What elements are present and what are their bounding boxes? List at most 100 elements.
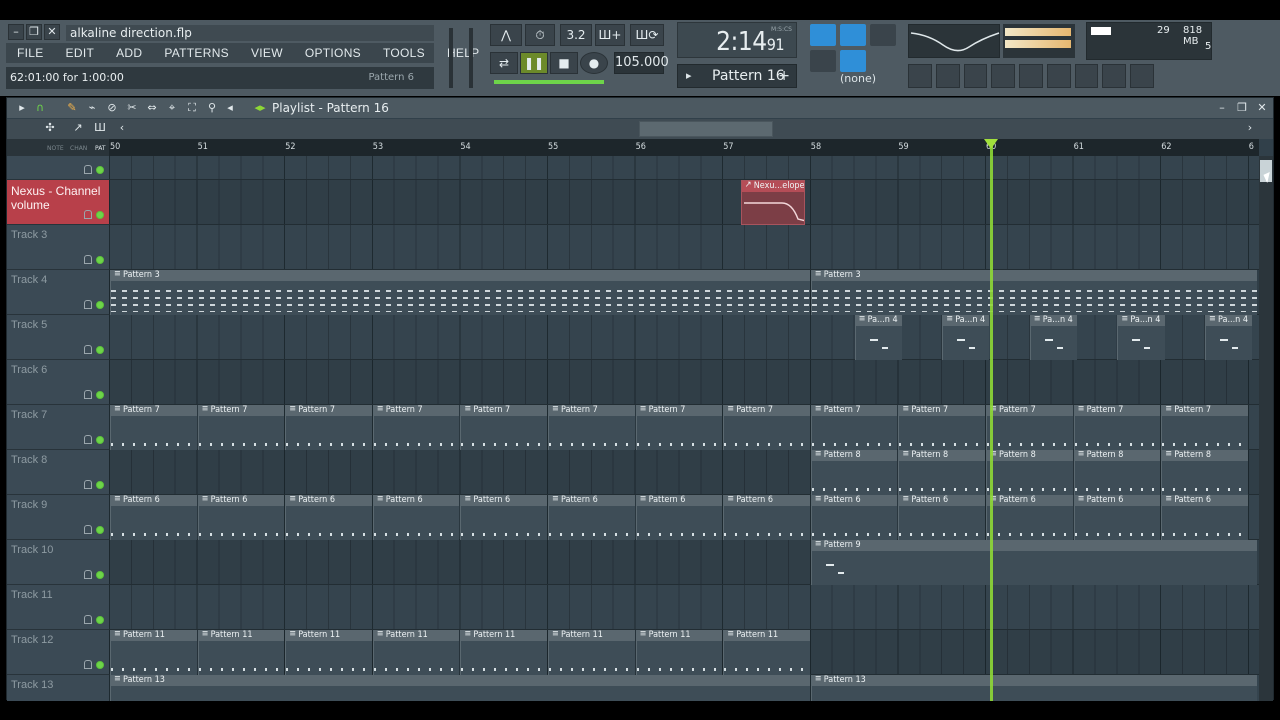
lock-icon[interactable] bbox=[84, 615, 92, 624]
track-header[interactable]: Track 12 bbox=[7, 630, 109, 675]
lock-icon[interactable] bbox=[84, 210, 92, 219]
playlist-menu-arrow-icon[interactable]: ▸ bbox=[15, 101, 29, 115]
track-lane[interactable] bbox=[109, 585, 1259, 630]
pattern-clip[interactable]: Pattern 13 bbox=[810, 675, 1257, 701]
zoom-icon[interactable]: ⚲ bbox=[205, 101, 219, 115]
track-mute-icon[interactable] bbox=[96, 571, 104, 579]
vertical-scrollbar[interactable] bbox=[1259, 156, 1273, 701]
pattern-clip[interactable]: Pattern 6 bbox=[110, 495, 197, 540]
lock-icon[interactable] bbox=[84, 390, 92, 399]
track-mute-icon[interactable] bbox=[96, 211, 104, 219]
pattern-clip[interactable]: Pattern 7 bbox=[460, 405, 547, 450]
pattern-clip[interactable]: Pattern 6 bbox=[723, 495, 810, 540]
track-lane[interactable] bbox=[109, 156, 1259, 180]
lock-icon[interactable] bbox=[84, 570, 92, 579]
lock-icon[interactable] bbox=[84, 165, 92, 174]
close-icon[interactable]: ✕ bbox=[44, 24, 60, 40]
song-position-slider[interactable] bbox=[494, 80, 604, 84]
stop-button[interactable]: ■ bbox=[550, 52, 578, 74]
snap-settings-icon[interactable]: ✣ bbox=[43, 121, 57, 135]
pattern-clip[interactable]: Pattern 7 bbox=[110, 405, 197, 450]
track-header[interactable]: Track 13 bbox=[7, 675, 109, 701]
menu-help[interactable]: HELP bbox=[436, 43, 491, 63]
pattern-clip[interactable]: Pattern 9 bbox=[810, 540, 1257, 585]
pattern-clip[interactable]: Pattern 13 bbox=[110, 675, 810, 701]
slice-icon[interactable]: ✂ bbox=[125, 101, 139, 115]
pattern-clip[interactable]: Pattern 11 bbox=[197, 630, 285, 675]
link-icon[interactable] bbox=[840, 50, 866, 72]
pattern-clip[interactable]: Pattern 6 bbox=[898, 495, 985, 540]
track-header[interactable]: Track 5 bbox=[7, 315, 109, 360]
pencil-icon[interactable]: ✎ bbox=[65, 101, 79, 115]
pattern-clip[interactable]: Pattern 8 bbox=[898, 450, 985, 495]
magnet-icon[interactable]: ∩ bbox=[33, 101, 47, 115]
lock-icon[interactable] bbox=[84, 255, 92, 264]
pattern-clip[interactable]: Pattern 11 bbox=[635, 630, 723, 675]
lock-icon[interactable] bbox=[84, 480, 92, 489]
pattern-clip[interactable]: Pattern 6 bbox=[285, 495, 372, 540]
pattern-clip[interactable]: Pattern 7 bbox=[723, 405, 810, 450]
track-mute-icon[interactable] bbox=[96, 256, 104, 264]
pattern-clip[interactable]: Pattern 11 bbox=[723, 630, 810, 675]
track-header[interactable] bbox=[7, 156, 109, 180]
track-header[interactable]: Track 4 bbox=[7, 270, 109, 315]
step-edit-icon[interactable]: Ш+ bbox=[595, 24, 625, 46]
select-icon[interactable]: ⌖ bbox=[165, 101, 179, 115]
pattern-clip[interactable]: Pattern 11 bbox=[548, 630, 635, 675]
pattern-clip[interactable]: Pattern 8 bbox=[986, 450, 1073, 495]
plugin-database-icon[interactable] bbox=[1074, 64, 1099, 88]
pattern-clip[interactable]: Pattern 7 bbox=[810, 405, 898, 450]
pattern-clip[interactable]: Pattern 11 bbox=[372, 630, 460, 675]
pattern-clip[interactable]: Pattern 7 bbox=[1073, 405, 1161, 450]
tempo-icon[interactable] bbox=[1130, 64, 1155, 88]
pattern-picker-icon[interactable]: ↗ bbox=[71, 121, 85, 135]
track-header[interactable]: Track 3 bbox=[7, 225, 109, 270]
pattern-clip[interactable]: Pattern 11 bbox=[110, 630, 197, 675]
pattern-clip[interactable]: Pattern 6 bbox=[1073, 495, 1161, 540]
pattern-clip[interactable]: Pa...n 4 bbox=[1117, 315, 1165, 360]
time-display[interactable]: 2:1491 M:S:CS bbox=[677, 22, 797, 58]
pattern-clip[interactable]: Pattern 6 bbox=[1161, 495, 1248, 540]
playlist-close-icon[interactable]: ✕ bbox=[1255, 101, 1269, 115]
lock-icon[interactable] bbox=[84, 435, 92, 444]
restore-icon[interactable]: ❐ bbox=[26, 24, 42, 40]
track-mute-icon[interactable] bbox=[96, 436, 104, 444]
mute-tool-icon[interactable]: ⊘ bbox=[105, 101, 119, 115]
pattern-clip[interactable]: Pa...n 4 bbox=[1029, 315, 1077, 360]
horizontal-scroll-thumb[interactable] bbox=[639, 121, 773, 137]
track-mute-icon[interactable] bbox=[96, 346, 104, 354]
timeline-ruler[interactable]: 505152535455565758596061626 bbox=[109, 139, 1259, 156]
master-pitch-slider[interactable] bbox=[469, 28, 473, 88]
playlist-grid[interactable]: Nexu...elope Pattern 3Pattern 3 Pa...n 4 Pa… bbox=[109, 156, 1259, 701]
menu-view[interactable]: VIEW bbox=[240, 43, 294, 63]
playlist-arrow-icon[interactable]: ◂▸ bbox=[253, 101, 267, 115]
pattern-prev-icon[interactable]: ▸ bbox=[686, 69, 692, 82]
menu-patterns[interactable]: PATTERNS bbox=[153, 43, 240, 63]
minimize-icon[interactable]: – bbox=[8, 24, 24, 40]
track-header[interactable]: Track 6 bbox=[7, 360, 109, 405]
piano-roll-icon[interactable] bbox=[935, 64, 960, 88]
track-lane[interactable] bbox=[109, 225, 1259, 270]
track-mute-icon[interactable] bbox=[96, 301, 104, 309]
lock-icon[interactable] bbox=[84, 300, 92, 309]
snap-value-button[interactable]: 3.2 bbox=[560, 24, 592, 46]
track-header[interactable]: Nexus - Channel volume bbox=[7, 180, 109, 225]
pattern-clip[interactable]: Pattern 11 bbox=[285, 630, 372, 675]
plugin-icon[interactable] bbox=[1046, 64, 1071, 88]
pattern-clip[interactable]: Pattern 7 bbox=[986, 405, 1073, 450]
pattern-clip[interactable]: Nexu...elope bbox=[740, 180, 806, 225]
menu-tools[interactable]: TOOLS bbox=[372, 43, 436, 63]
playhead-marker-icon[interactable] bbox=[984, 139, 998, 149]
track-lane[interactable] bbox=[109, 180, 1259, 225]
pattern-clip[interactable]: Pa...n 4 bbox=[942, 315, 990, 360]
step-arrow-icon[interactable] bbox=[840, 24, 866, 46]
track-header[interactable]: Track 9 bbox=[7, 495, 109, 540]
pattern-clip[interactable]: Pattern 7 bbox=[635, 405, 723, 450]
scroll-right-icon[interactable]: › bbox=[1243, 121, 1257, 135]
metronome-icon[interactable]: ⋀ bbox=[490, 24, 522, 46]
track-mute-icon[interactable] bbox=[96, 661, 104, 669]
pattern-list-icon[interactable]: Ш bbox=[93, 121, 107, 135]
record-button[interactable]: ● bbox=[580, 52, 608, 74]
playlist-maximize-icon[interactable]: ❐ bbox=[1235, 101, 1249, 115]
pattern-clip[interactable]: Pattern 3 bbox=[110, 270, 810, 315]
